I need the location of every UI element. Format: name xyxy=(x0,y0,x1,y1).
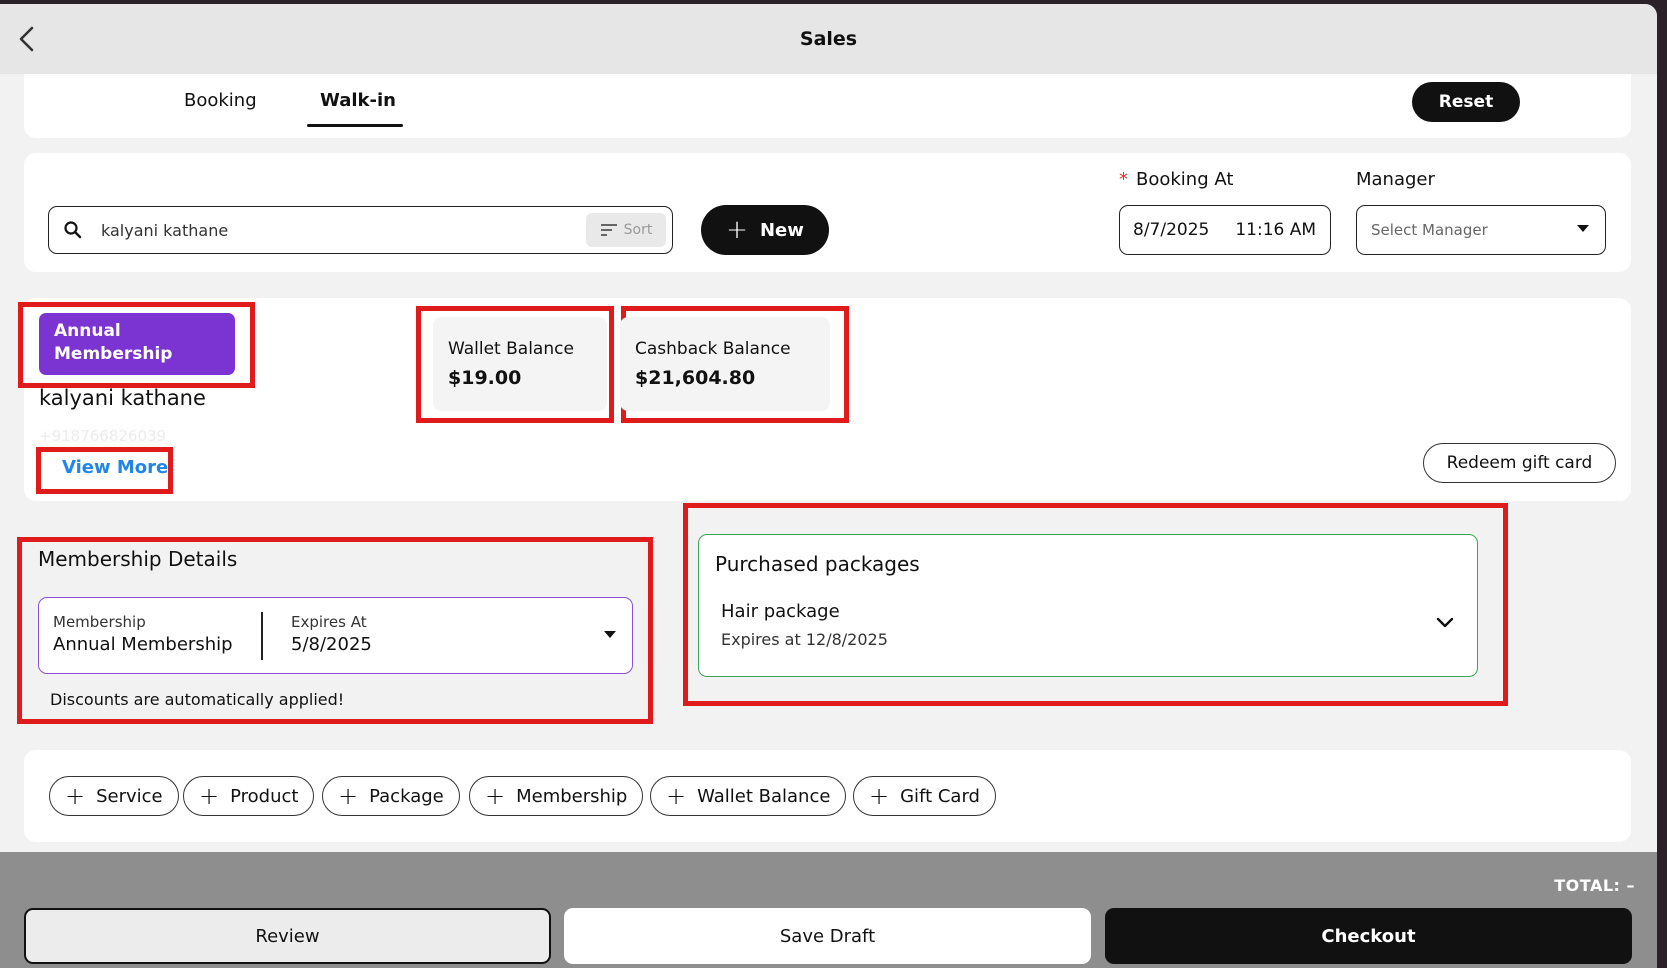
plus-icon: + xyxy=(65,782,86,810)
membership-label: Membership xyxy=(53,613,146,631)
view-more-link[interactable]: View More xyxy=(62,457,168,478)
membership-badge: Annual Membership xyxy=(39,313,235,375)
page-title: Sales xyxy=(799,28,858,50)
tab-booking[interactable]: Booking xyxy=(184,90,257,111)
cashback-balance-card: Cashback Balance $21,604.80 xyxy=(620,317,830,411)
plus-icon: + xyxy=(199,782,220,810)
search-value: kalyani kathane xyxy=(101,221,229,240)
caret-down-icon xyxy=(1577,225,1589,232)
cashback-balance-value: $21,604.80 xyxy=(635,367,756,389)
wallet-balance-card: Wallet Balance $19.00 xyxy=(433,317,607,411)
caret-down-icon xyxy=(604,631,616,638)
plus-icon: + xyxy=(485,782,506,810)
reset-button[interactable]: Reset xyxy=(1412,82,1520,122)
review-button[interactable]: Review xyxy=(24,908,551,964)
checkout-button[interactable]: Checkout xyxy=(1105,908,1632,964)
add-gift-card-button[interactable]: + Gift Card xyxy=(853,776,996,816)
footer-bar: TOTAL: – Review Save Draft Checkout xyxy=(0,852,1657,968)
add-product-button[interactable]: + Product xyxy=(183,776,315,816)
booking-time: 11:16 AM xyxy=(1235,220,1317,240)
membership-value: Annual Membership xyxy=(53,634,233,655)
new-customer-button[interactable]: + New xyxy=(701,205,829,255)
add-membership-button[interactable]: + Membership xyxy=(469,776,644,816)
discount-note: Discounts are automatically applied! xyxy=(50,690,345,709)
sort-label: Sort xyxy=(623,222,653,238)
plus-icon: + xyxy=(666,782,687,810)
package-expiry: Expires at 12/8/2025 xyxy=(721,630,888,649)
add-wallet-balance-button[interactable]: + Wallet Balance xyxy=(650,776,847,816)
search-card: kalyani kathane Sort + New * Booking At 8… xyxy=(24,153,1631,272)
customer-search-input[interactable]: kalyani kathane Sort xyxy=(48,206,673,254)
search-icon xyxy=(64,221,82,239)
customer-name: kalyani kathane xyxy=(39,386,206,410)
customer-phone: +918766826039 xyxy=(39,427,167,445)
tab-walk-in[interactable]: Walk-in xyxy=(320,90,396,111)
package-name: Hair package xyxy=(721,601,840,622)
plus-icon: + xyxy=(338,782,359,810)
membership-select[interactable]: Membership Annual Membership Expires At … xyxy=(38,597,633,674)
chevron-down-icon[interactable] xyxy=(1435,613,1455,633)
new-button-label: New xyxy=(759,219,804,241)
plus-icon: + xyxy=(869,782,890,810)
purchased-packages-panel: Purchased packages Hair package Expires … xyxy=(698,534,1478,677)
save-draft-button[interactable]: Save Draft xyxy=(564,908,1091,964)
booking-at-label: * Booking At xyxy=(1119,169,1234,190)
divider xyxy=(261,612,263,660)
add-package-button[interactable]: + Package xyxy=(322,776,460,816)
cashback-balance-label: Cashback Balance xyxy=(635,339,791,359)
sort-button[interactable]: Sort xyxy=(586,213,666,247)
manager-placeholder: Select Manager xyxy=(1371,221,1488,239)
wallet-balance-value: $19.00 xyxy=(448,367,522,389)
add-service-button[interactable]: + Service xyxy=(49,776,179,816)
manager-label: Manager xyxy=(1356,169,1435,190)
wallet-balance-label: Wallet Balance xyxy=(448,339,574,359)
sales-window: Sales Booking Walk-in Reset kalyani kath… xyxy=(0,4,1657,968)
expires-at-value: 5/8/2025 xyxy=(291,634,372,655)
redeem-gift-card-button[interactable]: Redeem gift card xyxy=(1423,443,1616,483)
active-tab-indicator xyxy=(307,124,403,127)
sort-icon xyxy=(600,224,617,236)
required-mark: * xyxy=(1119,169,1128,190)
booking-date: 8/7/2025 xyxy=(1133,220,1210,240)
manager-select[interactable]: Select Manager xyxy=(1356,205,1606,255)
total-amount: TOTAL: – xyxy=(1554,876,1635,895)
top-bar: Sales xyxy=(0,4,1657,74)
expires-at-label: Expires At xyxy=(291,613,367,631)
tabs-card: Booking Walk-in Reset xyxy=(24,74,1631,138)
purchased-packages-title: Purchased packages xyxy=(715,552,920,576)
membership-details-title: Membership Details xyxy=(38,547,238,571)
plus-icon: + xyxy=(726,215,748,245)
booking-datetime-field[interactable]: 8/7/2025 11:16 AM xyxy=(1119,205,1331,255)
